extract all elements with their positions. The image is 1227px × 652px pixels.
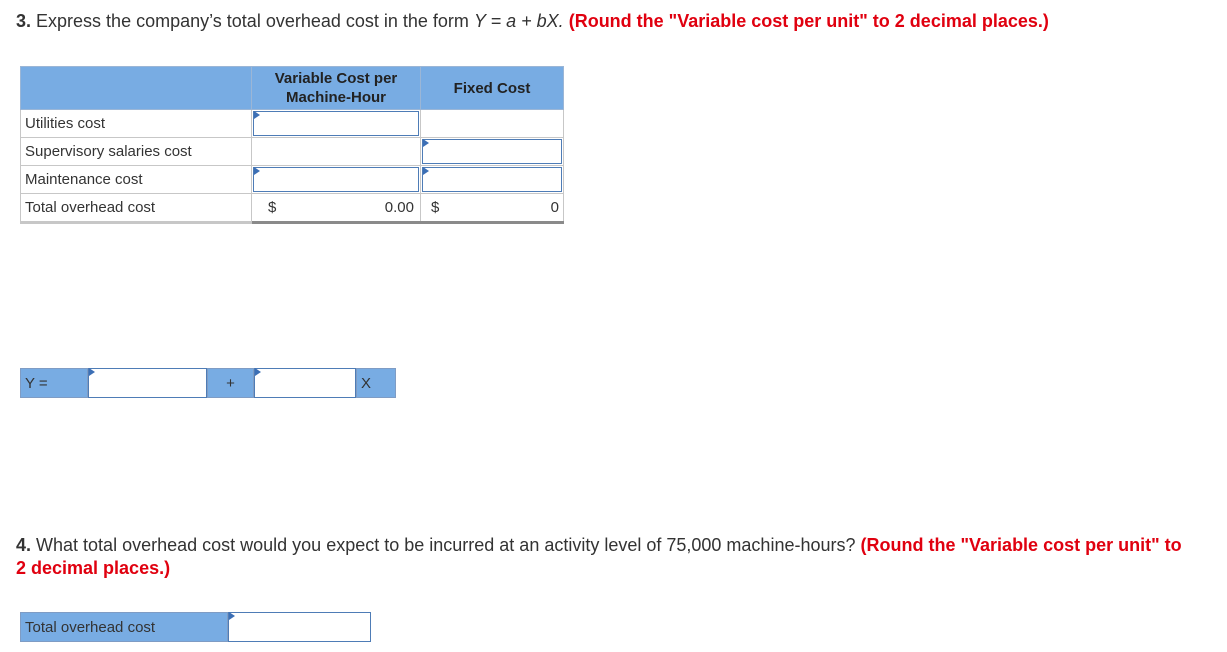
total-fixed-value: 0 xyxy=(550,199,559,216)
maintenance-fixed-input[interactable] xyxy=(423,168,561,191)
equation-row: Y = + X xyxy=(20,368,396,398)
row-label-utilities: Utilities cost xyxy=(20,109,252,138)
question-3-number: 3. xyxy=(16,11,32,31)
maintenance-fixed-cell xyxy=(420,165,564,194)
table-row: Utilities cost xyxy=(20,109,564,138)
row-label-maintenance: Maintenance cost xyxy=(20,165,252,194)
question-3-text: Express the company’s total overhead cos… xyxy=(36,11,469,31)
question-4-number: 4. xyxy=(16,535,32,555)
maintenance-variable-field[interactable] xyxy=(253,167,419,192)
question-3-formula: Y = a + bX. xyxy=(473,11,564,31)
total-variable-value: 0.00 xyxy=(384,199,414,216)
maintenance-fixed-field[interactable] xyxy=(422,167,562,192)
supervisory-variable-cell xyxy=(251,137,421,166)
question-3-instruction: (Round the "Variable cost per unit" to 2… xyxy=(568,11,1049,31)
total-fixed-cell: $ 0 xyxy=(420,193,564,224)
x-label: X xyxy=(356,368,396,398)
supervisory-fixed-input[interactable] xyxy=(423,140,561,163)
intercept-field[interactable] xyxy=(88,368,207,398)
currency-symbol: $ xyxy=(431,199,440,216)
maintenance-variable-input[interactable] xyxy=(254,168,418,191)
utilities-fixed-cell xyxy=(420,109,564,138)
y-equals-label: Y = xyxy=(20,368,88,398)
cost-table: Variable Cost per Machine-Hour Fixed Cos… xyxy=(20,66,564,224)
intercept-input[interactable] xyxy=(89,369,206,397)
row-label-total: Total overhead cost xyxy=(20,193,252,224)
question-4: 4. What total overhead cost would you ex… xyxy=(16,534,1196,580)
currency-symbol: $ xyxy=(268,199,277,216)
header-variable-line2: Machine-Hour xyxy=(285,89,386,106)
slope-input[interactable] xyxy=(255,369,355,397)
header-variable-line1: Variable Cost per xyxy=(274,70,398,87)
header-empty xyxy=(20,66,252,110)
utilities-variable-cell xyxy=(251,109,421,138)
question-4-text: What total overhead cost would you expec… xyxy=(36,535,856,555)
total-overhead-field[interactable] xyxy=(228,612,371,642)
total-variable-cell: $ 0.00 xyxy=(251,193,421,224)
plus-label: + xyxy=(207,368,254,398)
total-overhead-label: Total overhead cost xyxy=(20,612,228,642)
table-row: Maintenance cost xyxy=(20,165,564,194)
utilities-variable-field[interactable] xyxy=(253,111,419,136)
header-variable-cost: Variable Cost per Machine-Hour xyxy=(251,66,421,110)
total-overhead-input[interactable] xyxy=(229,613,370,641)
maintenance-variable-cell xyxy=(251,165,421,194)
table-header-row: Variable Cost per Machine-Hour Fixed Cos… xyxy=(20,66,564,110)
question-3: 3. Express the company’s total overhead … xyxy=(16,10,1049,33)
total-row: Total overhead cost $ 0.00 $ 0 xyxy=(20,193,564,224)
supervisory-fixed-field[interactable] xyxy=(422,139,562,164)
row-label-supervisory: Supervisory salaries cost xyxy=(20,137,252,166)
slope-field[interactable] xyxy=(254,368,356,398)
utilities-variable-input[interactable] xyxy=(254,112,418,135)
header-fixed-cost: Fixed Cost xyxy=(420,66,564,110)
supervisory-fixed-cell xyxy=(420,137,564,166)
total-overhead-row: Total overhead cost xyxy=(20,612,371,642)
table-row: Supervisory salaries cost xyxy=(20,137,564,166)
